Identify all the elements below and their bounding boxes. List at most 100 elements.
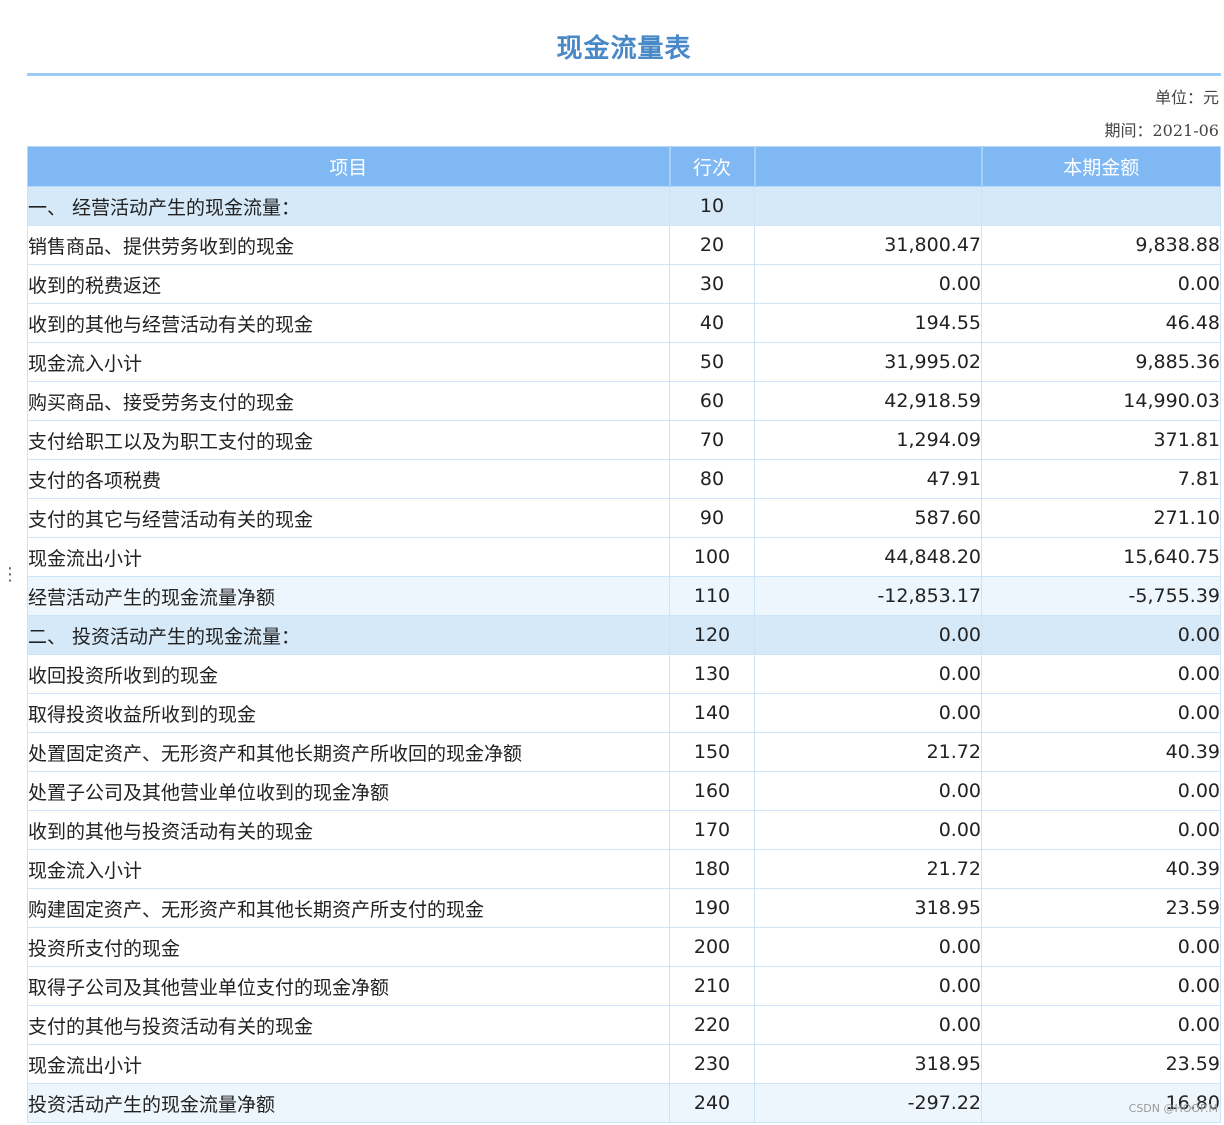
header-prior-amount[interactable] [754, 146, 983, 187]
cell-item: 支付给职工以及为职工支付的现金 [27, 420, 670, 460]
cell-item: 现金流出小计 [27, 537, 670, 577]
cell-current-amount: -5,755.39 [981, 576, 1221, 616]
table-row[interactable]: 现金流出小计 230 318.95 23.59 [27, 1044, 1221, 1084]
table-row[interactable]: 销售商品、提供劳务收到的现金 20 31,800.47 9,838.88 [27, 225, 1221, 265]
cell-prior-amount: 0.00 [754, 966, 982, 1006]
cell-item: 现金流出小计 [27, 1044, 670, 1084]
cell-prior-amount: 1,294.09 [754, 420, 982, 460]
cell-prior-amount: 194.55 [754, 303, 982, 343]
cell-current-amount: 0.00 [981, 927, 1221, 967]
cell-prior-amount: 318.95 [754, 1044, 982, 1084]
table-row[interactable]: 经营活动产生的现金流量净额 110 -12,853.17 -5,755.39 [27, 576, 1221, 616]
cell-item: 销售商品、提供劳务收到的现金 [27, 225, 670, 265]
table-row[interactable]: 投资活动产生的现金流量净额 240 -297.22 16.80 [27, 1083, 1221, 1123]
table-row[interactable]: 二、 投资活动产生的现金流量： 120 0.00 0.00 [27, 615, 1221, 655]
table-row[interactable]: 处置固定资产、无形资产和其他长期资产所收回的现金净额 150 21.72 40.39 [27, 732, 1221, 772]
cell-item: 收到的税费返还 [27, 264, 670, 304]
cell-prior-amount: 31,995.02 [754, 342, 982, 382]
cell-item: 取得投资收益所收到的现金 [27, 693, 670, 733]
cell-prior-amount: -297.22 [754, 1083, 982, 1123]
cell-item: 购买商品、接受劳务支付的现金 [27, 381, 670, 421]
cell-item: 投资所支付的现金 [27, 927, 670, 967]
cell-line-no: 80 [669, 459, 755, 499]
table-row[interactable]: 现金流入小计 180 21.72 40.39 [27, 849, 1221, 889]
cell-item: 收到的其他与投资活动有关的现金 [27, 810, 670, 850]
cell-current-amount: 0.00 [981, 654, 1221, 694]
cell-prior-amount: 0.00 [754, 264, 982, 304]
table-row[interactable]: 收到的税费返还 30 0.00 0.00 [27, 264, 1221, 304]
cell-line-no: 190 [669, 888, 755, 928]
cell-item: 处置子公司及其他营业单位收到的现金净额 [27, 771, 670, 811]
cell-current-amount: 40.39 [981, 732, 1221, 772]
table-row[interactable]: 支付的其他与投资活动有关的现金 220 0.00 0.00 [27, 1005, 1221, 1045]
cell-current-amount: 0.00 [981, 693, 1221, 733]
cell-item: 购建固定资产、无形资产和其他长期资产所支付的现金 [27, 888, 670, 928]
cell-prior-amount: 0.00 [754, 654, 982, 694]
table-row[interactable]: 支付的各项税费 80 47.91 7.81 [27, 459, 1221, 499]
cell-line-no: 110 [669, 576, 755, 616]
cell-line-no: 220 [669, 1005, 755, 1045]
cell-line-no: 180 [669, 849, 755, 889]
cell-line-no: 140 [669, 693, 755, 733]
table-row[interactable]: 现金流入小计 50 31,995.02 9,885.36 [27, 342, 1221, 382]
unit-label: 单位：元 [1154, 88, 1219, 107]
cell-current-amount: 14,990.03 [981, 381, 1221, 421]
table-row[interactable]: 现金流出小计 100 44,848.20 15,640.75 [27, 537, 1221, 577]
table-row[interactable]: 处置子公司及其他营业单位收到的现金净额 160 0.00 0.00 [27, 771, 1221, 811]
cash-flow-table: 项目 行次 本期金额 一、 经营活动产生的现金流量： 10 销售商品、提供劳务收到的… [27, 146, 1221, 1123]
cell-prior-amount: -12,853.17 [754, 576, 982, 616]
header-line-no[interactable]: 行次 [668, 146, 756, 187]
table-row[interactable]: 收到的其他与经营活动有关的现金 40 194.55 46.48 [27, 303, 1221, 343]
cell-prior-amount: 47.91 [754, 459, 982, 499]
cell-item: 处置固定资产、无形资产和其他长期资产所收回的现金净额 [27, 732, 670, 772]
cell-line-no: 90 [669, 498, 755, 538]
cell-item: 投资活动产生的现金流量净额 [27, 1083, 670, 1123]
table-row[interactable]: 购买商品、接受劳务支付的现金 60 42,918.59 14,990.03 [27, 381, 1221, 421]
table-row[interactable]: 收回投资所收到的现金 130 0.00 0.00 [27, 654, 1221, 694]
cell-line-no: 200 [669, 927, 755, 967]
cell-prior-amount: 31,800.47 [754, 225, 982, 265]
cell-line-no: 50 [669, 342, 755, 382]
header-current-amount[interactable]: 本期金额 [981, 146, 1221, 187]
cell-prior-amount: 42,918.59 [754, 381, 982, 421]
cell-line-no: 10 [669, 186, 755, 226]
cell-current-amount: 7.81 [981, 459, 1221, 499]
cell-line-no: 100 [669, 537, 755, 577]
table-body: 一、 经营活动产生的现金流量： 10 销售商品、提供劳务收到的现金 20 31,800.… [27, 186, 1221, 1123]
table-row[interactable]: 一、 经营活动产生的现金流量： 10 [27, 186, 1221, 226]
cell-current-amount: 0.00 [981, 771, 1221, 811]
table-row[interactable]: 支付的其它与经营活动有关的现金 90 587.60 271.10 [27, 498, 1221, 538]
table-row[interactable]: 取得子公司及其他营业单位支付的现金净额 210 0.00 0.00 [27, 966, 1221, 1006]
cell-item: 支付的其他与投资活动有关的现金 [27, 1005, 670, 1045]
cell-prior-amount [754, 186, 982, 226]
watermark: CSDN @HOOP.M [1128, 1102, 1218, 1115]
cell-line-no: 60 [669, 381, 755, 421]
cell-item: 支付的其它与经营活动有关的现金 [27, 498, 670, 538]
table-row[interactable]: 投资所支付的现金 200 0.00 0.00 [27, 927, 1221, 967]
cell-line-no: 130 [669, 654, 755, 694]
drag-handle-icon[interactable]: ⋮ [1, 566, 19, 595]
cell-prior-amount: 0.00 [754, 927, 982, 967]
cell-prior-amount: 0.00 [754, 771, 982, 811]
cell-item: 支付的各项税费 [27, 459, 670, 499]
cell-item: 收回投资所收到的现金 [27, 654, 670, 694]
cell-prior-amount: 44,848.20 [754, 537, 982, 577]
cell-current-amount: 9,885.36 [981, 342, 1221, 382]
cell-line-no: 240 [669, 1083, 755, 1123]
period-label: 期间：2021-06 [1104, 121, 1220, 140]
cell-current-amount: 371.81 [981, 420, 1221, 460]
table-row[interactable]: 购建固定资产、无形资产和其他长期资产所支付的现金 190 318.95 23.59 [27, 888, 1221, 928]
cell-current-amount [981, 186, 1221, 226]
cell-current-amount: 23.59 [981, 1044, 1221, 1084]
cell-current-amount: 23.59 [981, 888, 1221, 928]
cell-line-no: 210 [669, 966, 755, 1006]
cell-prior-amount: 0.00 [754, 1005, 982, 1045]
cell-line-no: 170 [669, 810, 755, 850]
cell-item: 现金流入小计 [27, 342, 670, 382]
cell-current-amount: 40.39 [981, 849, 1221, 889]
cell-line-no: 160 [669, 771, 755, 811]
table-row[interactable]: 支付给职工以及为职工支付的现金 70 1,294.09 371.81 [27, 420, 1221, 460]
table-row[interactable]: 取得投资收益所收到的现金 140 0.00 0.00 [27, 693, 1221, 733]
table-row[interactable]: 收到的其他与投资活动有关的现金 170 0.00 0.00 [27, 810, 1221, 850]
header-item[interactable]: 项目 [27, 146, 670, 187]
